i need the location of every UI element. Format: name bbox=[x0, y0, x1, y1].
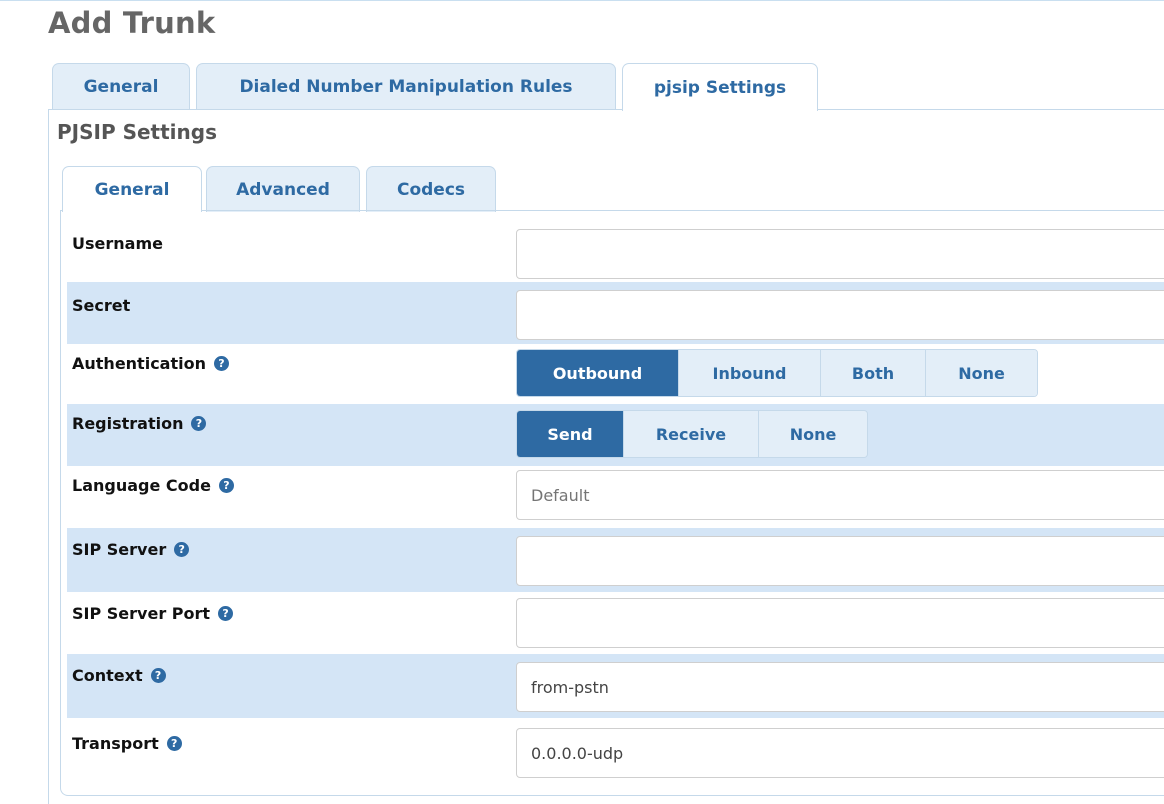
sip-server-row: SIP Server ? bbox=[67, 528, 1164, 592]
secret-label: Secret bbox=[72, 296, 131, 315]
sip-server-port-input[interactable] bbox=[516, 598, 1164, 648]
authentication-toggle: Outbound Inbound Both None bbox=[516, 349, 1038, 397]
language-code-row: Language Code ? bbox=[67, 466, 1164, 528]
section-title: PJSIP Settings bbox=[57, 120, 217, 144]
tab-general[interactable]: General bbox=[52, 63, 190, 109]
username-label: Username bbox=[72, 234, 163, 253]
page-title: Add Trunk bbox=[48, 6, 216, 40]
help-icon[interactable]: ? bbox=[166, 736, 182, 751]
auth-outbound-option[interactable]: Outbound bbox=[517, 350, 679, 396]
context-row: Context ? bbox=[67, 654, 1164, 718]
help-icon[interactable]: ? bbox=[150, 668, 166, 683]
context-input[interactable] bbox=[516, 662, 1164, 712]
registration-row: Registration ? Send Receive None bbox=[67, 404, 1164, 466]
active-inner-tab-gap bbox=[63, 209, 201, 212]
registration-receive-option[interactable]: Receive bbox=[624, 411, 759, 457]
secret-input[interactable] bbox=[516, 290, 1164, 340]
sip-server-input[interactable] bbox=[516, 536, 1164, 586]
language-code-label: Language Code ? bbox=[72, 476, 234, 495]
help-icon[interactable]: ? bbox=[213, 356, 229, 371]
registration-none-option[interactable]: None bbox=[759, 411, 867, 457]
sip-server-port-label: SIP Server Port ? bbox=[72, 604, 234, 623]
context-label: Context ? bbox=[72, 666, 166, 685]
sip-server-label: SIP Server ? bbox=[72, 540, 190, 559]
secret-row: Secret bbox=[67, 282, 1164, 344]
inner-tab-advanced[interactable]: Advanced bbox=[206, 166, 360, 212]
auth-inbound-option[interactable]: Inbound bbox=[679, 350, 821, 396]
inner-tab-general[interactable]: General bbox=[62, 166, 202, 212]
top-divider bbox=[0, 0, 1164, 1]
auth-none-option[interactable]: None bbox=[926, 350, 1037, 396]
inner-tab-codecs[interactable]: Codecs bbox=[366, 166, 496, 212]
language-code-select[interactable] bbox=[516, 470, 1164, 520]
help-icon[interactable]: ? bbox=[191, 416, 207, 431]
tab-dialed-number-manipulation-rules[interactable]: Dialed Number Manipulation Rules bbox=[196, 63, 616, 109]
transport-select[interactable] bbox=[516, 728, 1164, 778]
help-icon[interactable]: ? bbox=[174, 542, 190, 557]
auth-both-option[interactable]: Both bbox=[821, 350, 926, 396]
authentication-row: Authentication ? Outbound Inbound Both N… bbox=[67, 344, 1164, 404]
help-icon[interactable]: ? bbox=[218, 606, 234, 621]
authentication-label: Authentication ? bbox=[72, 354, 229, 373]
sip-server-port-row: SIP Server Port ? bbox=[67, 592, 1164, 654]
help-icon[interactable]: ? bbox=[218, 478, 234, 493]
registration-label: Registration ? bbox=[72, 414, 207, 433]
registration-send-option[interactable]: Send bbox=[517, 411, 624, 457]
transport-row: Transport ? bbox=[67, 718, 1164, 780]
transport-label: Transport ? bbox=[72, 734, 182, 753]
username-input[interactable] bbox=[516, 229, 1164, 279]
registration-toggle: Send Receive None bbox=[516, 410, 868, 458]
tab-pjsip-settings[interactable]: pjsip Settings bbox=[622, 63, 818, 111]
username-row: Username bbox=[67, 222, 1164, 282]
